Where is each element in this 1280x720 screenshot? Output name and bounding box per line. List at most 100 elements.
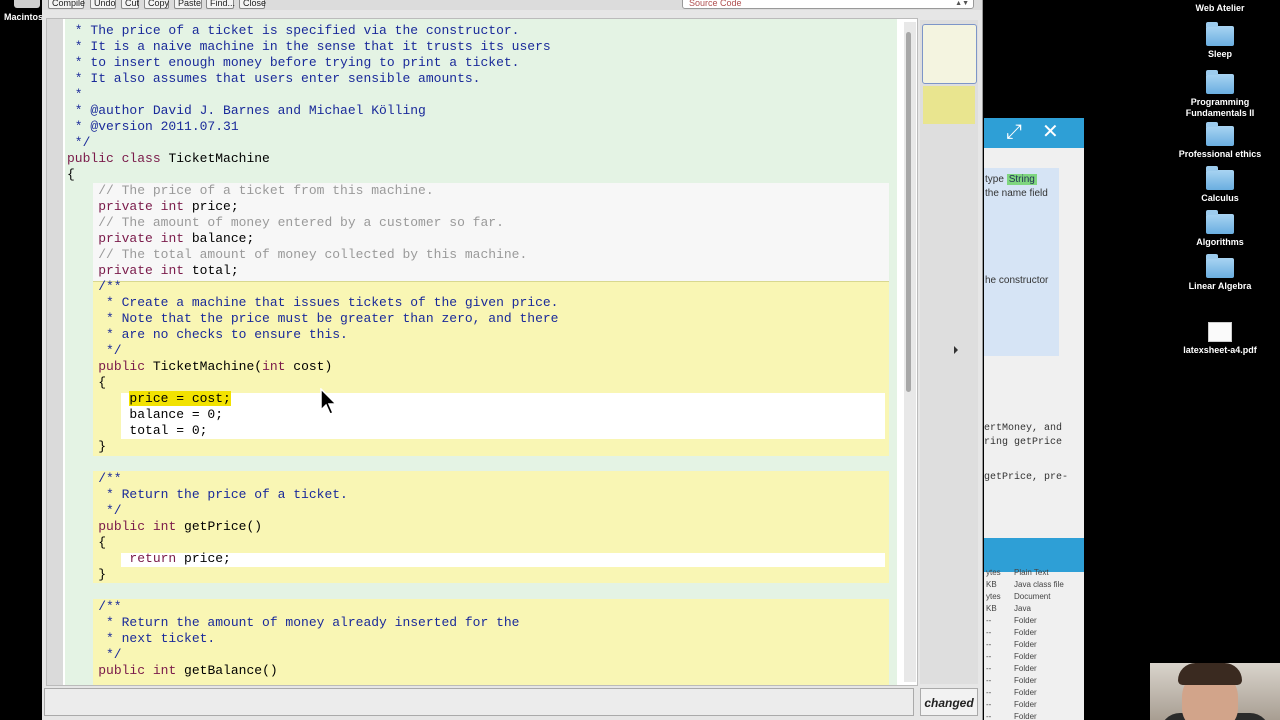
background-window-titlebar[interactable]: ⤢ ✕ bbox=[984, 118, 1084, 148]
code-line: * Return the amount of money already ins… bbox=[67, 615, 520, 630]
code-line: * @version 2011.07.31 bbox=[67, 119, 239, 134]
code-line: total = 0; bbox=[67, 423, 208, 438]
info-panel: type String the name field he constructo… bbox=[984, 168, 1059, 356]
close-button[interactable]: Close bbox=[239, 0, 266, 9]
webcam-overlay bbox=[1150, 663, 1280, 720]
file-kind: Folder bbox=[1014, 676, 1037, 685]
constructor-body-block bbox=[121, 393, 885, 439]
file-size: -- bbox=[986, 712, 992, 720]
code-line: */ bbox=[67, 343, 122, 358]
cut-button[interactable]: Cut bbox=[121, 0, 139, 9]
desktop-icon-label: Linear Algebra bbox=[1188, 281, 1252, 291]
code-line: * The price of a ticket is specified via… bbox=[67, 23, 520, 38]
desktop-icon-label: Web Atelier bbox=[1195, 3, 1245, 13]
file-size: -- bbox=[986, 652, 992, 661]
code-line: { bbox=[67, 535, 107, 550]
file-kind: Folder bbox=[1014, 688, 1037, 697]
file-size: -- bbox=[986, 664, 992, 673]
code-line: /** bbox=[67, 599, 122, 614]
desktop-icon-programming-fundamentals-ii[interactable]: Programming Fundamentals II bbox=[1170, 70, 1270, 119]
file-row[interactable]: -- Folder bbox=[984, 628, 1084, 640]
code-line: * It also assumes that users enter sensi… bbox=[67, 71, 481, 86]
compile-button[interactable]: Compile bbox=[48, 0, 85, 9]
file-row[interactable]: -- Folder bbox=[984, 640, 1084, 652]
desktop-icon-latexsheet-a4-pdf[interactable]: latexsheet-a4.pdf bbox=[1170, 322, 1270, 356]
file-row[interactable]: -- Folder bbox=[984, 676, 1084, 688]
desktop-icon-algorithms[interactable]: Algorithms bbox=[1170, 210, 1270, 248]
file-size: ytes bbox=[986, 592, 1001, 601]
code-editor[interactable]: * The price of a ticket is specified via… bbox=[46, 18, 918, 686]
desktop-icon-calculus[interactable]: Calculus bbox=[1170, 166, 1270, 204]
file-size: -- bbox=[986, 616, 992, 625]
file-size: KB bbox=[986, 580, 997, 589]
code-line: return price; bbox=[129, 551, 231, 566]
code-line: */ bbox=[67, 135, 91, 150]
fullscreen-icon[interactable]: ⤢ bbox=[1006, 122, 1022, 142]
file-kind: Document bbox=[1014, 592, 1051, 601]
name-field-text: the name field bbox=[985, 188, 1048, 199]
file-row[interactable]: -- Folder bbox=[984, 700, 1084, 712]
code-line: } bbox=[67, 439, 107, 454]
hard-drive-icon[interactable] bbox=[14, 0, 40, 8]
code-line: { bbox=[67, 167, 75, 182]
hard-drive-label: Macintos bbox=[4, 12, 44, 22]
file-kind: Folder bbox=[1014, 664, 1037, 673]
code-line: private int balance; bbox=[98, 231, 255, 246]
close-icon[interactable]: ✕ bbox=[1042, 122, 1059, 142]
code-line: */ bbox=[67, 503, 122, 518]
code-line: * Create a machine that issues tickets o… bbox=[67, 295, 559, 310]
file-size: -- bbox=[986, 640, 992, 649]
vertical-scrollbar[interactable] bbox=[904, 22, 916, 682]
code-line: public int getBalance() bbox=[98, 663, 278, 678]
code-line: private int price; bbox=[98, 199, 239, 214]
file-kind: Folder bbox=[1014, 712, 1037, 720]
file-row[interactable]: ytes Plain Text bbox=[984, 568, 1084, 580]
scrollbar-thumb[interactable] bbox=[906, 32, 911, 392]
file-row[interactable]: -- Folder bbox=[984, 616, 1084, 628]
getprice-text: ring getPrice bbox=[984, 437, 1063, 448]
webcam-hair bbox=[1178, 663, 1242, 685]
code-line: // The total amount of money collected b… bbox=[67, 247, 528, 262]
file-kind: Java bbox=[1014, 604, 1031, 613]
desktop-icon-label: Professional ethics bbox=[1178, 149, 1262, 159]
desktop-icon-linear-algebra[interactable]: Linear Algebra bbox=[1170, 254, 1270, 292]
file-row[interactable]: KB Java class file bbox=[984, 580, 1084, 592]
paste-button[interactable]: Paste bbox=[174, 0, 202, 9]
view-select[interactable]: Source Code ▲▼ bbox=[682, 0, 974, 9]
file-kind: Java class file bbox=[1014, 580, 1064, 589]
constructor-text: he constructor bbox=[985, 275, 1049, 286]
file-row[interactable]: KB Java bbox=[984, 604, 1084, 616]
code-line: { bbox=[67, 375, 107, 390]
file-kind: Folder bbox=[1014, 640, 1037, 649]
file-size: -- bbox=[986, 700, 992, 709]
file-row[interactable]: -- Folder bbox=[984, 688, 1084, 700]
chevron-updown-icon: ▲▼ bbox=[955, 0, 969, 7]
code-line: balance = 0; bbox=[67, 407, 224, 422]
folder-icon bbox=[1206, 122, 1234, 146]
file-size: -- bbox=[986, 676, 992, 685]
find-button[interactable]: Find... bbox=[206, 0, 235, 9]
code-line: public int getPrice() bbox=[98, 519, 263, 534]
file-kind: Folder bbox=[1014, 628, 1037, 637]
desktop-icon-web-atelier[interactable]: Web Atelier bbox=[1170, 0, 1270, 14]
desktop-icon-professional-ethics[interactable]: Professional ethics bbox=[1170, 122, 1270, 160]
file-row[interactable]: -- Folder bbox=[984, 652, 1084, 664]
file-row[interactable]: ytes Document bbox=[984, 592, 1084, 604]
file-kind: Folder bbox=[1014, 700, 1037, 709]
overview-viewport[interactable] bbox=[922, 24, 977, 84]
code-overview-panel[interactable] bbox=[920, 20, 978, 684]
file-row[interactable]: -- Folder bbox=[984, 712, 1084, 720]
code-line: /** bbox=[67, 279, 122, 294]
code-line: * It is a naive machine in the sense tha… bbox=[67, 39, 551, 54]
editor-window: Compile Undo Cut Copy Paste Find... Clos… bbox=[42, 0, 983, 720]
desktop-icon-sleep[interactable]: Sleep bbox=[1170, 22, 1270, 60]
code-line: * Return the price of a ticket. bbox=[67, 487, 348, 502]
view-select-value: Source Code bbox=[689, 0, 742, 8]
copy-button[interactable]: Copy bbox=[144, 0, 169, 9]
collapse-arrow-icon[interactable] bbox=[954, 346, 958, 354]
file-row[interactable]: -- Folder bbox=[984, 664, 1084, 676]
background-window[interactable]: ⤢ ✕ type String the name field he constr… bbox=[984, 118, 1084, 720]
type-label: type bbox=[985, 174, 1007, 185]
undo-button[interactable]: Undo bbox=[90, 0, 116, 9]
desktop-icon-label: Calculus bbox=[1201, 193, 1239, 203]
